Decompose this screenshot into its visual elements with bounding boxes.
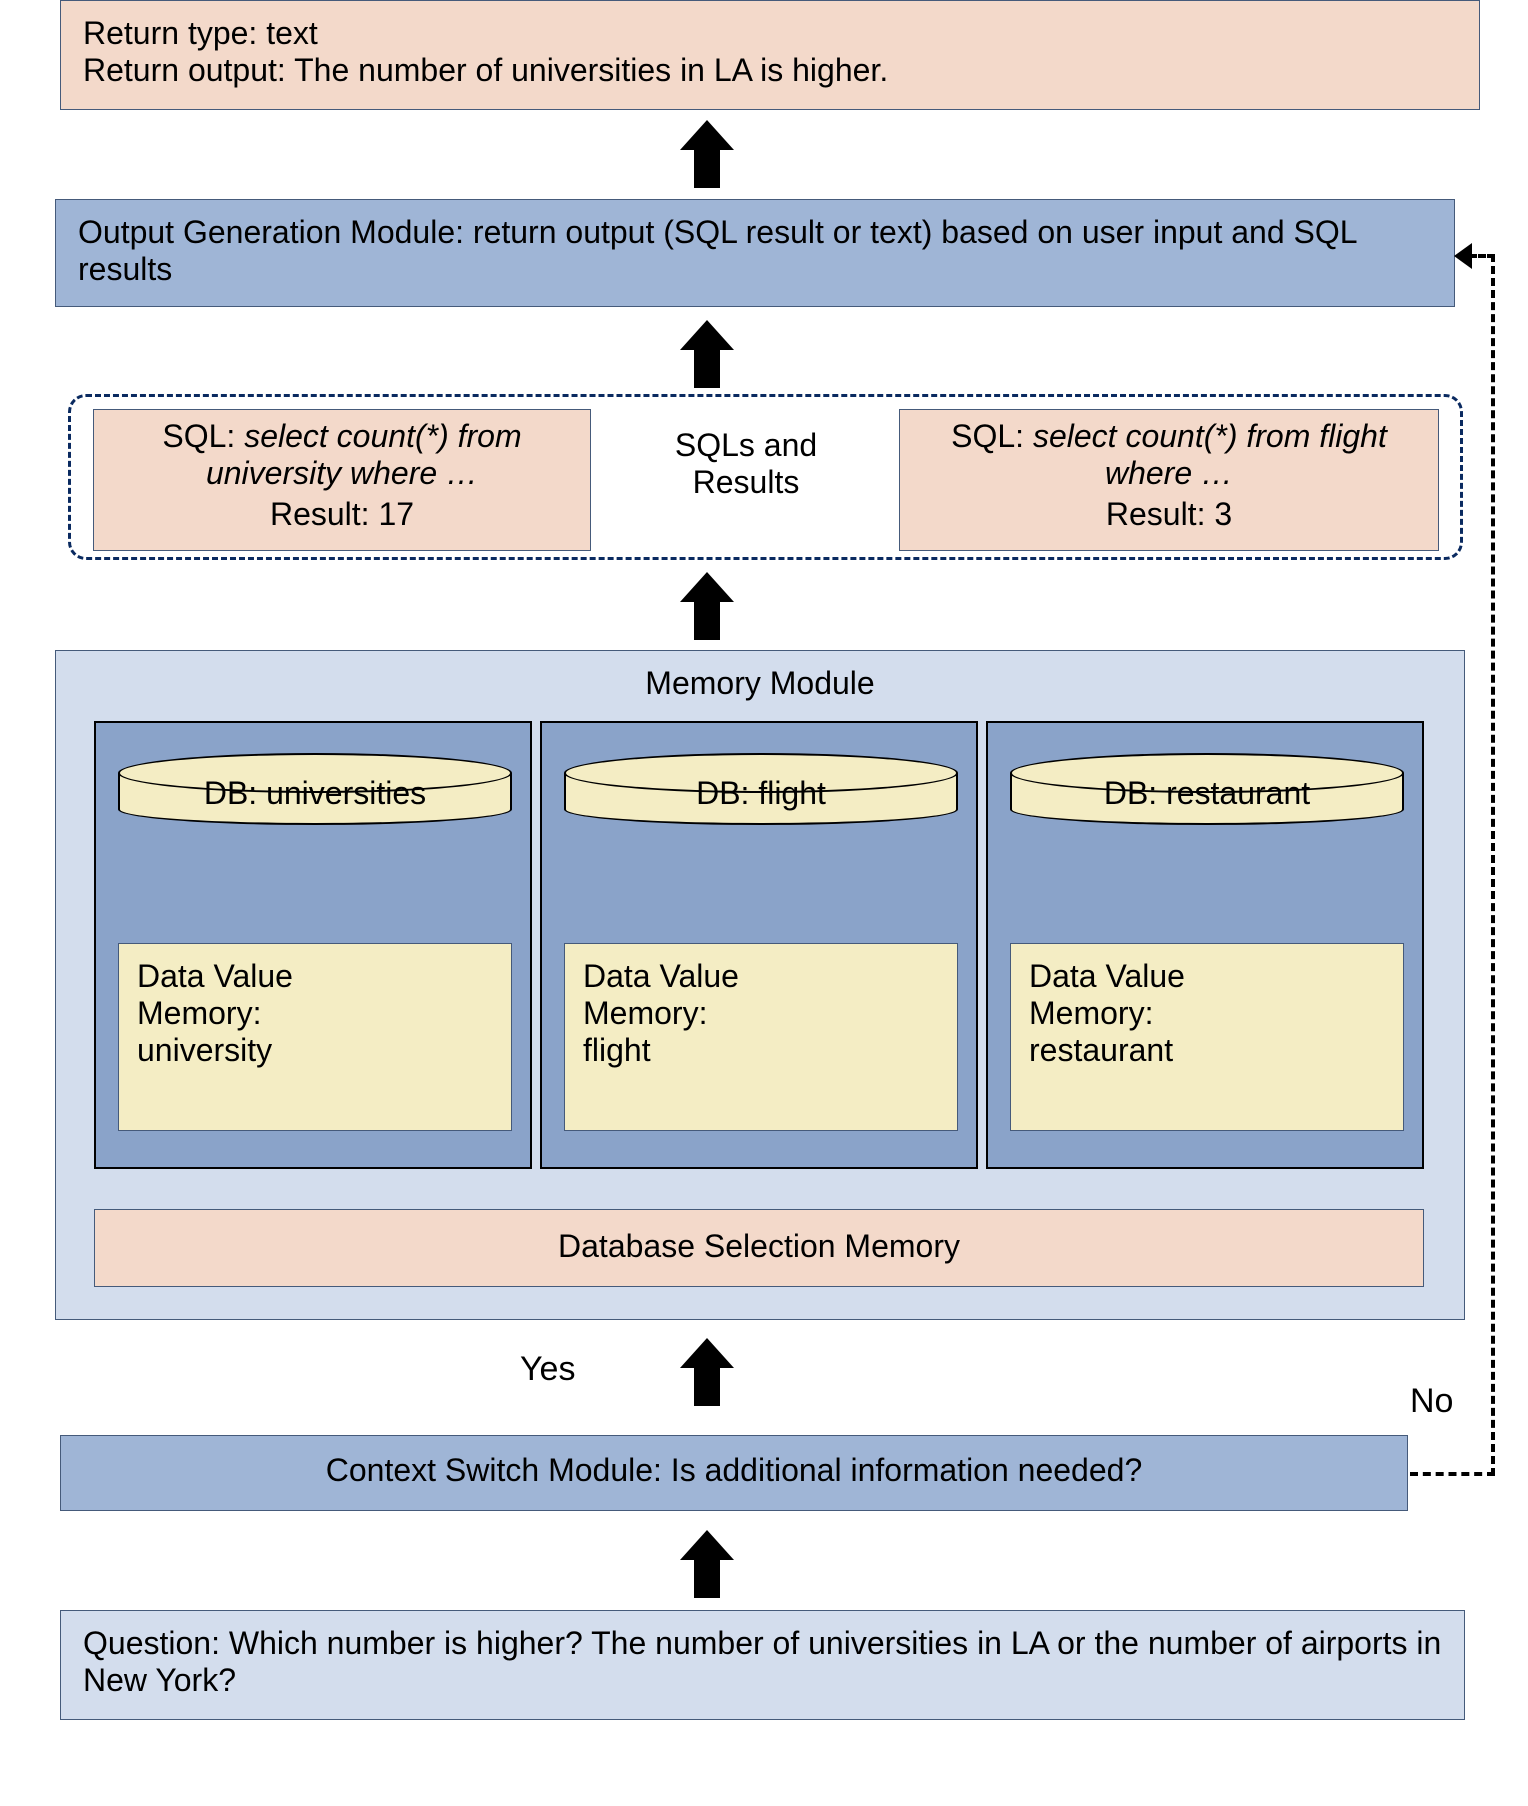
return-box: Return type: text Return output: The num… [60, 0, 1480, 110]
db-cylinder-0-icon: DB: universities [118, 753, 512, 833]
no-path-vertical-icon [1491, 254, 1495, 1476]
sqls-mid-line1: SQLs and [611, 427, 881, 464]
sql-left-query: select count(*) from university where … [206, 418, 522, 491]
db-cylinder-1-icon: DB: flight [564, 753, 958, 833]
sqls-and-results-container: SQL: select count(*) from university whe… [68, 394, 1463, 560]
dv0-l3: university [137, 1032, 493, 1069]
data-value-memory-0: Data Value Memory: university [118, 943, 512, 1131]
dv2-l2: Memory: [1029, 995, 1385, 1032]
db-cylinder-1-label: DB: flight [564, 775, 958, 812]
output-generation-module: Output Generation Module: return output … [55, 199, 1455, 307]
arrow-memory-to-sqls-icon [680, 572, 734, 640]
dv1-l2: Memory: [583, 995, 939, 1032]
return-output-line: Return output: The number of universitie… [83, 52, 1457, 89]
memory-module-title: Memory Module [56, 665, 1464, 702]
sql-right-box: SQL: select count(*) from flight where …… [899, 409, 1439, 551]
arrow-context-to-memory-icon [680, 1338, 734, 1406]
database-selection-memory: Database Selection Memory [94, 1209, 1424, 1287]
sql-right-result: Result: 3 [912, 496, 1426, 533]
database-selection-memory-label: Database Selection Memory [558, 1228, 960, 1264]
sql-left-line: SQL: select count(*) from university whe… [106, 418, 578, 492]
context-switch-module: Context Switch Module: Is additional inf… [60, 1435, 1408, 1511]
memory-module: Memory Module DB: universities Data Valu… [55, 650, 1465, 1320]
db-cylinder-0-label: DB: universities [118, 775, 512, 812]
arrow-output-to-return-icon [680, 120, 734, 188]
yes-label: Yes [520, 1350, 575, 1389]
no-path-arrowhead-icon [1454, 243, 1472, 269]
sql-left-prefix: SQL: [162, 418, 244, 454]
no-path-horizontal-top-icon [1469, 254, 1495, 258]
data-value-memory-1: Data Value Memory: flight [564, 943, 958, 1131]
dv0-l2: Memory: [137, 995, 493, 1032]
sql-right-query: select count(*) from flight where … [1033, 418, 1387, 491]
arrow-sqls-to-output-icon [680, 320, 734, 388]
sqls-mid-label: SQLs and Results [611, 427, 881, 501]
db-cylinder-2-label: DB: restaurant [1010, 775, 1404, 812]
memory-db-panel-2: DB: restaurant Data Value Memory: restau… [986, 721, 1424, 1169]
sql-right-line: SQL: select count(*) from flight where … [912, 418, 1426, 492]
sql-left-box: SQL: select count(*) from university whe… [93, 409, 591, 551]
memory-db-panel-1: DB: flight Data Value Memory: flight [540, 721, 978, 1169]
question-text: Question: Which number is higher? The nu… [83, 1625, 1441, 1698]
sql-left-result: Result: 17 [106, 496, 578, 533]
dv2-l3: restaurant [1029, 1032, 1385, 1069]
sql-right-prefix: SQL: [951, 418, 1033, 454]
no-label: No [1410, 1382, 1453, 1421]
dv1-l3: flight [583, 1032, 939, 1069]
dv1-l1: Data Value [583, 958, 939, 995]
dv2-l1: Data Value [1029, 958, 1385, 995]
dv0-l1: Data Value [137, 958, 493, 995]
output-generation-text: Output Generation Module: return output … [78, 214, 1356, 287]
no-path-horizontal-icon [1410, 1472, 1495, 1476]
return-type-line: Return type: text [83, 15, 1457, 52]
db-cylinder-2-icon: DB: restaurant [1010, 753, 1404, 833]
question-box: Question: Which number is higher? The nu… [60, 1610, 1465, 1720]
arrow-question-to-context-icon [680, 1530, 734, 1598]
sqls-mid-line2: Results [611, 464, 881, 501]
context-switch-text: Context Switch Module: Is additional inf… [326, 1452, 1142, 1488]
memory-db-panel-0: DB: universities Data Value Memory: univ… [94, 721, 532, 1169]
data-value-memory-2: Data Value Memory: restaurant [1010, 943, 1404, 1131]
